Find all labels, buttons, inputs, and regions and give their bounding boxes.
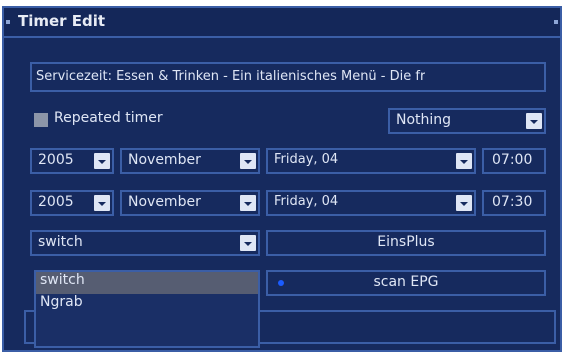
end-month-dropdown[interactable]: November [120, 190, 260, 216]
scan-epg-button[interactable]: scan EPG [266, 270, 546, 296]
grip-left-icon [6, 20, 10, 24]
channel-button-label: EinsPlus [377, 234, 435, 250]
window-title: Timer Edit [18, 12, 106, 30]
type-option-switch[interactable]: switch [36, 272, 258, 294]
start-month-value: November [128, 152, 201, 168]
type-dropdown-list: switch Ngrab [34, 270, 260, 348]
repeated-timer-label: Repeated timer [54, 110, 163, 126]
end-day-value: Friday, 04 [274, 194, 339, 209]
action-dropdown[interactable]: Nothing [388, 108, 546, 134]
start-year-dropdown[interactable]: 2005 [30, 148, 114, 174]
start-year-value: 2005 [38, 152, 74, 168]
type-option-label: switch [40, 272, 85, 288]
window-frame: Timer Edit Servicezeit: Essen & Trinken … [2, 6, 562, 352]
service-field-text: Servicezeit: Essen & Trinken - Ein itali… [36, 69, 426, 84]
timer-edit-window: Timer Edit Servicezeit: Essen & Trinken … [0, 0, 566, 356]
repeated-timer-checkbox[interactable] [34, 113, 48, 127]
end-month-value: November [128, 194, 201, 210]
type-option-ngrab[interactable]: Ngrab [36, 294, 258, 316]
grip-right-icon [554, 20, 558, 24]
start-time-value: 07:00 [492, 152, 533, 168]
channel-button[interactable]: EinsPlus [266, 230, 546, 256]
type-dropdown[interactable]: switch [30, 230, 260, 256]
chevron-down-icon[interactable] [240, 235, 256, 251]
start-time-field[interactable]: 07:00 [482, 148, 546, 174]
scan-epg-label: scan EPG [373, 274, 439, 290]
chevron-down-icon[interactable] [456, 195, 472, 211]
start-day-dropdown[interactable]: Friday, 04 [266, 148, 476, 174]
end-day-dropdown[interactable]: Friday, 04 [266, 190, 476, 216]
chevron-down-icon[interactable] [240, 195, 256, 211]
end-time-field[interactable]: 07:30 [482, 190, 546, 216]
end-year-dropdown[interactable]: 2005 [30, 190, 114, 216]
chevron-down-icon[interactable] [94, 195, 110, 211]
end-time-value: 07:30 [492, 194, 533, 210]
chevron-down-icon[interactable] [94, 153, 110, 169]
type-option-label: Ngrab [40, 294, 83, 310]
title-bar: Timer Edit [4, 8, 560, 38]
start-month-dropdown[interactable]: November [120, 148, 260, 174]
type-dropdown-value: switch [38, 234, 83, 250]
end-year-value: 2005 [38, 194, 74, 210]
chevron-down-icon[interactable] [240, 153, 256, 169]
chevron-down-icon[interactable] [456, 153, 472, 169]
action-dropdown-value: Nothing [396, 112, 452, 128]
service-field[interactable]: Servicezeit: Essen & Trinken - Ein itali… [30, 62, 546, 92]
start-day-value: Friday, 04 [274, 152, 339, 167]
chevron-down-icon[interactable] [526, 113, 542, 129]
